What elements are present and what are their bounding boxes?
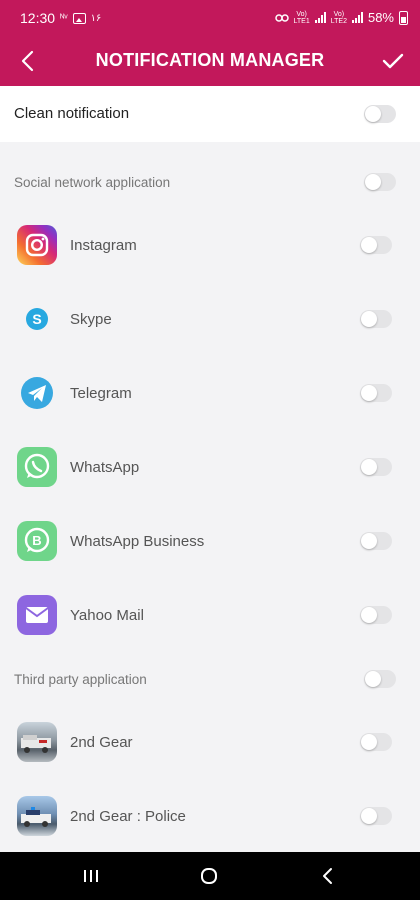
app-row-instagram[interactable]: Instagram <box>0 208 420 282</box>
app-name: Instagram <box>70 237 137 254</box>
whatsapp-business-icon: B <box>17 521 57 561</box>
clean-notification-label: Clean notification <box>14 105 130 122</box>
system-nav-bar <box>0 852 420 900</box>
recents-icon <box>84 870 98 882</box>
whatsapp-icon <box>17 447 57 487</box>
instagram-toggle[interactable] <box>360 236 392 254</box>
whatsapp-business-toggle[interactable] <box>360 532 392 550</box>
app-name: 2nd Gear <box>70 734 133 751</box>
yahoo-mail-icon <box>17 595 57 635</box>
check-icon <box>382 53 404 69</box>
nav-back-button[interactable] <box>315 864 339 888</box>
section-label: Social network application <box>14 175 171 190</box>
status-time: 12:30 <box>20 10 56 26</box>
whatsapp-toggle[interactable] <box>360 458 392 476</box>
battery-icon <box>399 10 408 25</box>
section-third-party: Third party application <box>0 659 420 699</box>
app-name: WhatsApp Business <box>70 533 205 550</box>
section-social-network: Social network application <box>0 162 420 202</box>
skype-icon: S <box>17 299 57 339</box>
app-name: WhatsApp <box>70 459 140 476</box>
status-bar: 12:30 ᴺᵛ ۱۶ Vo) LTE1 Vo) LTE2 58% <box>0 0 420 36</box>
section-social-toggle[interactable] <box>364 173 396 191</box>
confirm-button[interactable] <box>378 46 408 76</box>
home-button[interactable] <box>197 864 221 888</box>
clean-notification-toggle[interactable] <box>364 105 396 123</box>
status-extra: ۱۶ <box>90 12 102 24</box>
app-bar: NOTIFICATION MANAGER <box>0 36 420 86</box>
gallery-notification-icon <box>72 12 86 24</box>
volte-sim2-label: Vo) LTE2 <box>330 10 347 25</box>
volte-sim1-label: Vo) LTE1 <box>293 10 310 25</box>
link-icon <box>274 13 289 22</box>
telegram-toggle[interactable] <box>360 384 392 402</box>
network-indicator: ᴺᵛ <box>60 12 68 24</box>
app-row-whatsapp-business[interactable]: B WhatsApp Business <box>0 504 420 578</box>
app-row-whatsapp[interactable]: WhatsApp <box>0 430 420 504</box>
app-row-yahoo-mail[interactable]: Yahoo Mail <box>0 578 420 652</box>
home-icon <box>201 868 217 884</box>
instagram-icon <box>17 225 57 265</box>
telegram-icon <box>17 373 57 413</box>
back-icon <box>323 868 332 884</box>
section-third-party-toggle[interactable] <box>364 670 396 688</box>
app-name: Telegram <box>70 385 132 402</box>
app-row-skype[interactable]: S Skype <box>0 282 420 356</box>
signal-sim1-icon <box>314 12 326 23</box>
recents-button[interactable] <box>79 864 103 888</box>
signal-sim2-icon <box>351 12 363 23</box>
app-row-2nd-gear[interactable]: 2nd Gear <box>0 705 420 779</box>
svg-text:S: S <box>32 311 41 327</box>
skype-toggle[interactable] <box>360 310 392 328</box>
game-police-icon <box>17 796 57 836</box>
battery-percent: 58% <box>367 10 394 25</box>
page-title: NOTIFICATION MANAGER <box>95 50 325 70</box>
yahoo-mail-toggle[interactable] <box>360 606 392 624</box>
2nd-gear-toggle[interactable] <box>360 733 392 751</box>
clean-notification-row: Clean notification <box>0 86 420 142</box>
app-name: Yahoo Mail <box>70 607 144 624</box>
app-row-telegram[interactable]: Telegram <box>0 356 420 430</box>
section-label: Third party application <box>14 672 147 687</box>
app-name: Skype <box>70 311 112 328</box>
svg-text:B: B <box>32 533 41 548</box>
2nd-gear-police-toggle[interactable] <box>360 807 392 825</box>
game-icon <box>17 722 57 762</box>
app-row-2nd-gear-police[interactable]: 2nd Gear : Police <box>0 779 420 853</box>
app-name: 2nd Gear : Police <box>70 808 186 825</box>
